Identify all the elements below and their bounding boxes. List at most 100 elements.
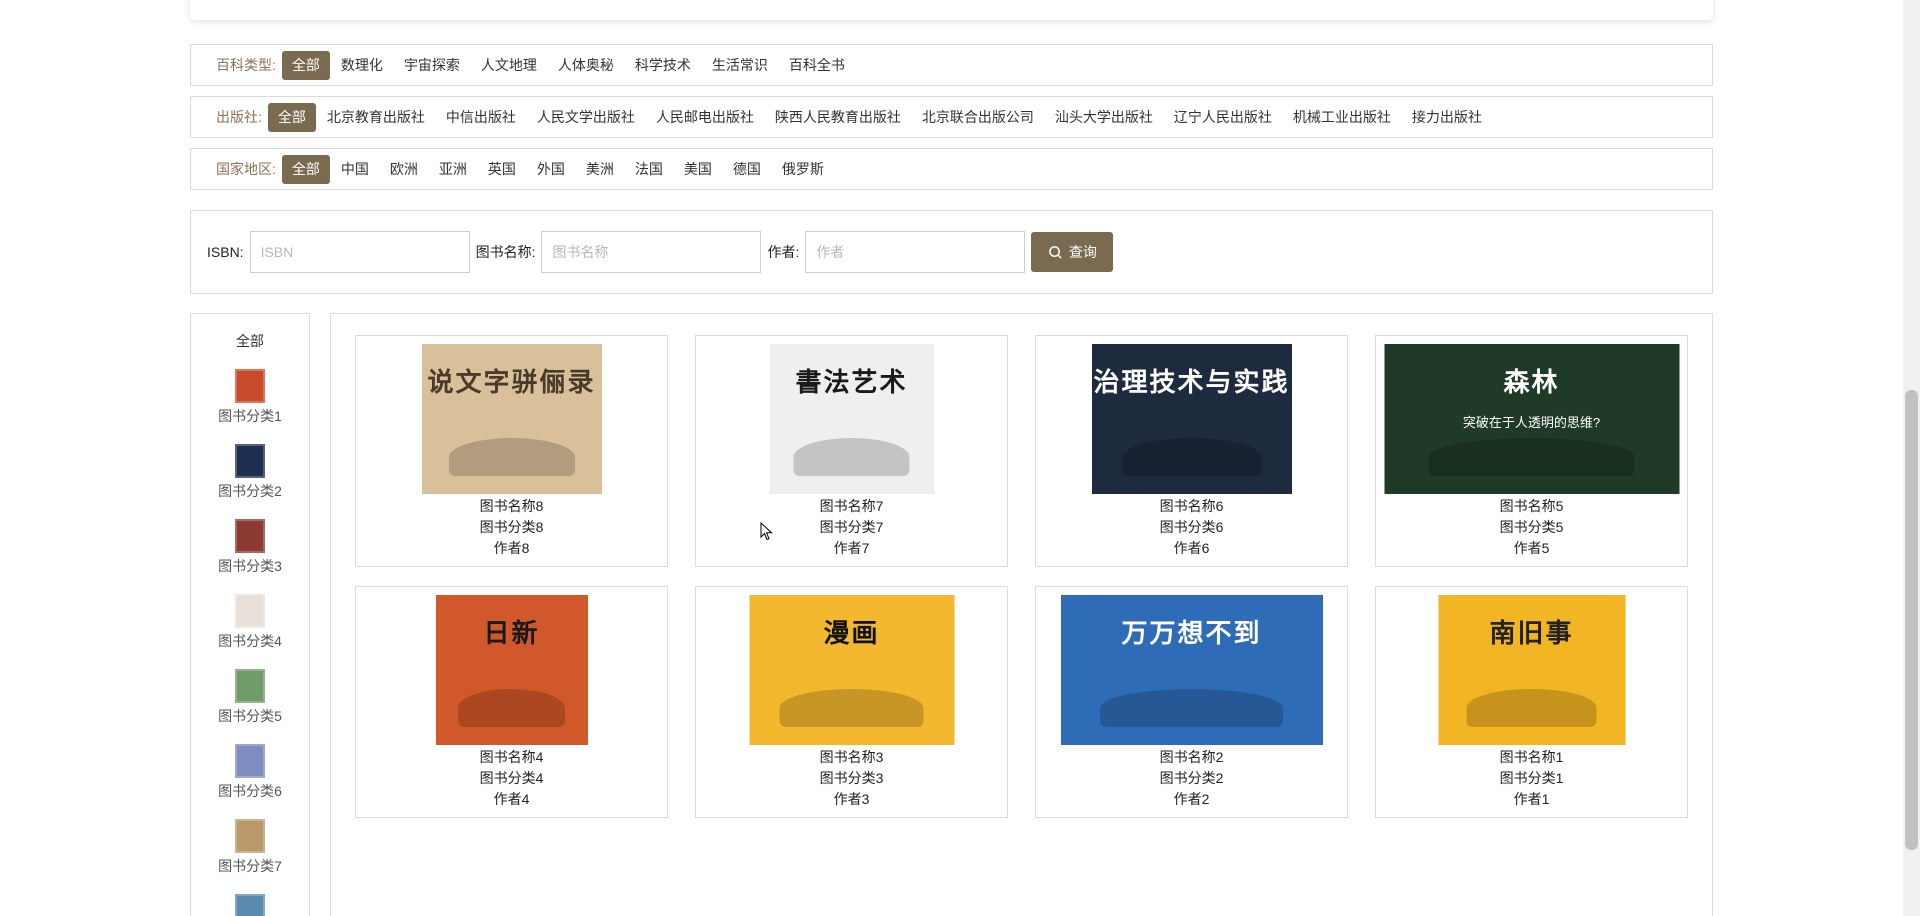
sidebar-item-category-3[interactable]: 图书分类3 (191, 519, 309, 576)
filter-publisher-chip[interactable]: 辽宁人民出版社 (1164, 103, 1282, 132)
book-name[interactable]: 图书名称2 (1036, 747, 1347, 768)
filter-publisher-chip[interactable]: 中信出版社 (436, 103, 526, 132)
book-card[interactable]: 万万想不到图书名称2 图书分类2 作者2 (1035, 586, 1348, 818)
filter-category-chip[interactable]: 科学技术 (625, 51, 701, 80)
book-card[interactable]: 書法艺术 图书名称7 图书分类7 作者7 (695, 335, 1008, 567)
filter-category-chip[interactable]: 百科全书 (779, 51, 855, 80)
filter-publisher-label: 出版社: (216, 109, 262, 125)
filter-category-chip[interactable]: 数理化 (331, 51, 393, 80)
filter-publisher-chip[interactable]: 机械工业出版社 (1283, 103, 1401, 132)
book-cover-image[interactable]: 森林 突破在于人透明的思维? (1384, 344, 1679, 494)
filter-publisher-chip[interactable]: 北京教育出版社 (317, 103, 435, 132)
filter-region-chip[interactable]: 中国 (331, 155, 379, 184)
filter-region-chip[interactable]: 外国 (527, 155, 575, 184)
sidebar-item-category-7[interactable]: 图书分类7 (191, 819, 309, 876)
book-cover-image[interactable]: 漫画 (749, 595, 954, 745)
book-cover-image[interactable]: 書法艺术 (769, 344, 934, 494)
sidebar-item-category-1[interactable]: 图书分类1 (191, 369, 309, 426)
filter-region-label: 国家地区: (216, 161, 276, 177)
cover-title: 森林 (1503, 368, 1560, 398)
sidebar-item-label: 图书分类3 (218, 558, 282, 574)
book-author: 作者7 (833, 540, 870, 556)
book-name[interactable]: 图书名称8 (356, 496, 667, 517)
sidebar-item-category-8[interactable]: 图书分类8 (191, 894, 309, 916)
sidebar-item-category-6[interactable]: 图书分类6 (191, 744, 309, 801)
cover-decoration (779, 689, 924, 727)
filter-publisher-chip[interactable]: 人民邮电出版社 (646, 103, 764, 132)
book-author: 作者3 (833, 791, 870, 807)
filter-category-row: 百科类型: 全部 数理化 宇宙探索 人文地理 人体奥秘 科学技术 生活常识 百科全书 (190, 44, 1713, 86)
book-category: 图书分类1 (1499, 770, 1564, 786)
book-name[interactable]: 图书名称1 (1376, 747, 1687, 768)
book-meta: 图书名称2 图书分类2 作者2 (1036, 747, 1347, 810)
sidebar-item-category-5[interactable]: 图书分类5 (191, 669, 309, 726)
filter-category-chip[interactable]: 生活常识 (702, 51, 778, 80)
search-button-label: 查询 (1068, 244, 1097, 260)
sidebar-item-all[interactable]: 全部 (191, 331, 309, 351)
filter-region-chip[interactable]: 美洲 (576, 155, 624, 184)
filter-category-chip[interactable]: 人文地理 (471, 51, 547, 80)
cover-decoration (1099, 689, 1284, 727)
book-author: 作者6 (1173, 540, 1210, 556)
book-cover-image[interactable]: 说文字骈俪录 (421, 344, 602, 494)
book-cover-image[interactable]: 南旧事 (1438, 595, 1625, 745)
book-name[interactable]: 图书名称3 (696, 747, 1007, 768)
book-meta: 图书名称3 图书分类3 作者3 (696, 747, 1007, 810)
filter-publisher-chip[interactable]: 全部 (267, 102, 316, 132)
cover-title: 日新 (483, 619, 540, 649)
filter-region-chip[interactable]: 英国 (478, 155, 526, 184)
cover-decoration (793, 438, 910, 476)
author-label: 作者: (767, 244, 800, 260)
cover-title: 治理技术与实践 (1093, 368, 1290, 398)
filter-category-chip[interactable]: 全部 (281, 50, 330, 80)
book-card[interactable]: 漫画 图书名称3 图书分类3 作者3 (695, 586, 1008, 818)
filter-category-chip[interactable]: 人体奥秘 (548, 51, 624, 80)
book-name[interactable]: 图书名称5 (1376, 496, 1687, 517)
cover-decoration (458, 689, 565, 727)
book-card[interactable]: 日新 图书名称4 图书分类4 作者4 (355, 586, 668, 818)
filter-region-chip[interactable]: 俄罗斯 (772, 155, 834, 184)
filter-region-chip[interactable]: 法国 (625, 155, 673, 184)
top-panel (190, 0, 1713, 20)
filter-region-chip[interactable]: 全部 (281, 154, 330, 184)
filter-region-chip[interactable]: 欧洲 (380, 155, 428, 184)
book-name[interactable]: 图书名称6 (1036, 496, 1347, 517)
filter-region-chip[interactable]: 美国 (674, 155, 722, 184)
book-card[interactable]: 南旧事 图书名称1 图书分类1 作者1 (1375, 586, 1688, 818)
book-cover-image[interactable]: 万万想不到 (1060, 595, 1323, 745)
cover-title: 万万想不到 (1121, 619, 1262, 649)
book-grid: 说文字骈俪录 图书名称8 图书分类8 作者8 書法艺术 图书名称7 图书分类7 作者7 治理技术… (330, 313, 1713, 916)
book-card[interactable]: 森林 突破在于人透明的思维? 图书名称5 图书分类5 作者5 (1375, 335, 1688, 567)
filter-region-row: 国家地区: 全部 中国 欧洲 亚洲 英国 外国 美洲 法国 美国 德国 俄罗斯 (190, 148, 1713, 190)
sidebar-item-category-2[interactable]: 图书分类2 (191, 444, 309, 501)
sidebar-item-category-4[interactable]: 图书分类4 (191, 594, 309, 651)
filter-publisher-chip[interactable]: 陕西人民教育出版社 (765, 103, 911, 132)
book-author: 作者1 (1513, 791, 1550, 807)
filter-publisher-chip[interactable]: 汕头大学出版社 (1045, 103, 1163, 132)
book-meta: 图书名称1 图书分类1 作者1 (1376, 747, 1687, 810)
search-button[interactable]: 查询 (1031, 232, 1114, 272)
book-card[interactable]: 说文字骈俪录 图书名称8 图书分类8 作者8 (355, 335, 668, 567)
filter-region-chip[interactable]: 德国 (723, 155, 771, 184)
book-card[interactable]: 治理技术与实践图书名称6 图书分类6 作者6 (1035, 335, 1348, 567)
sidebar-item-label: 图书分类1 (218, 408, 282, 424)
book-cover-image[interactable]: 治理技术与实践 (1091, 344, 1292, 494)
book-meta: 图书名称6 图书分类6 作者6 (1036, 496, 1347, 559)
filter-publisher-chip[interactable]: 接力出版社 (1402, 103, 1492, 132)
book-name-input[interactable] (541, 231, 762, 273)
filter-publisher-chip[interactable]: 北京联合出版公司 (912, 103, 1044, 132)
sidebar-item-label: 图书分类6 (218, 783, 282, 799)
author-input[interactable] (805, 231, 1026, 273)
scrollbar[interactable] (1903, 0, 1920, 916)
book-cover-image[interactable]: 日新 (435, 595, 588, 745)
sidebar-item-label: 图书分类7 (218, 858, 282, 874)
scrollbar-thumb[interactable] (1905, 390, 1918, 850)
filter-region-chip[interactable]: 亚洲 (429, 155, 477, 184)
filter-category-chip[interactable]: 宇宙探索 (394, 51, 470, 80)
book-name[interactable]: 图书名称7 (696, 496, 1007, 517)
book-name[interactable]: 图书名称4 (356, 747, 667, 768)
book-meta: 图书名称5 图书分类5 作者5 (1376, 496, 1687, 559)
book-category: 图书分类8 (479, 519, 544, 535)
filter-publisher-chip[interactable]: 人民文学出版社 (527, 103, 645, 132)
isbn-input[interactable] (249, 231, 470, 273)
